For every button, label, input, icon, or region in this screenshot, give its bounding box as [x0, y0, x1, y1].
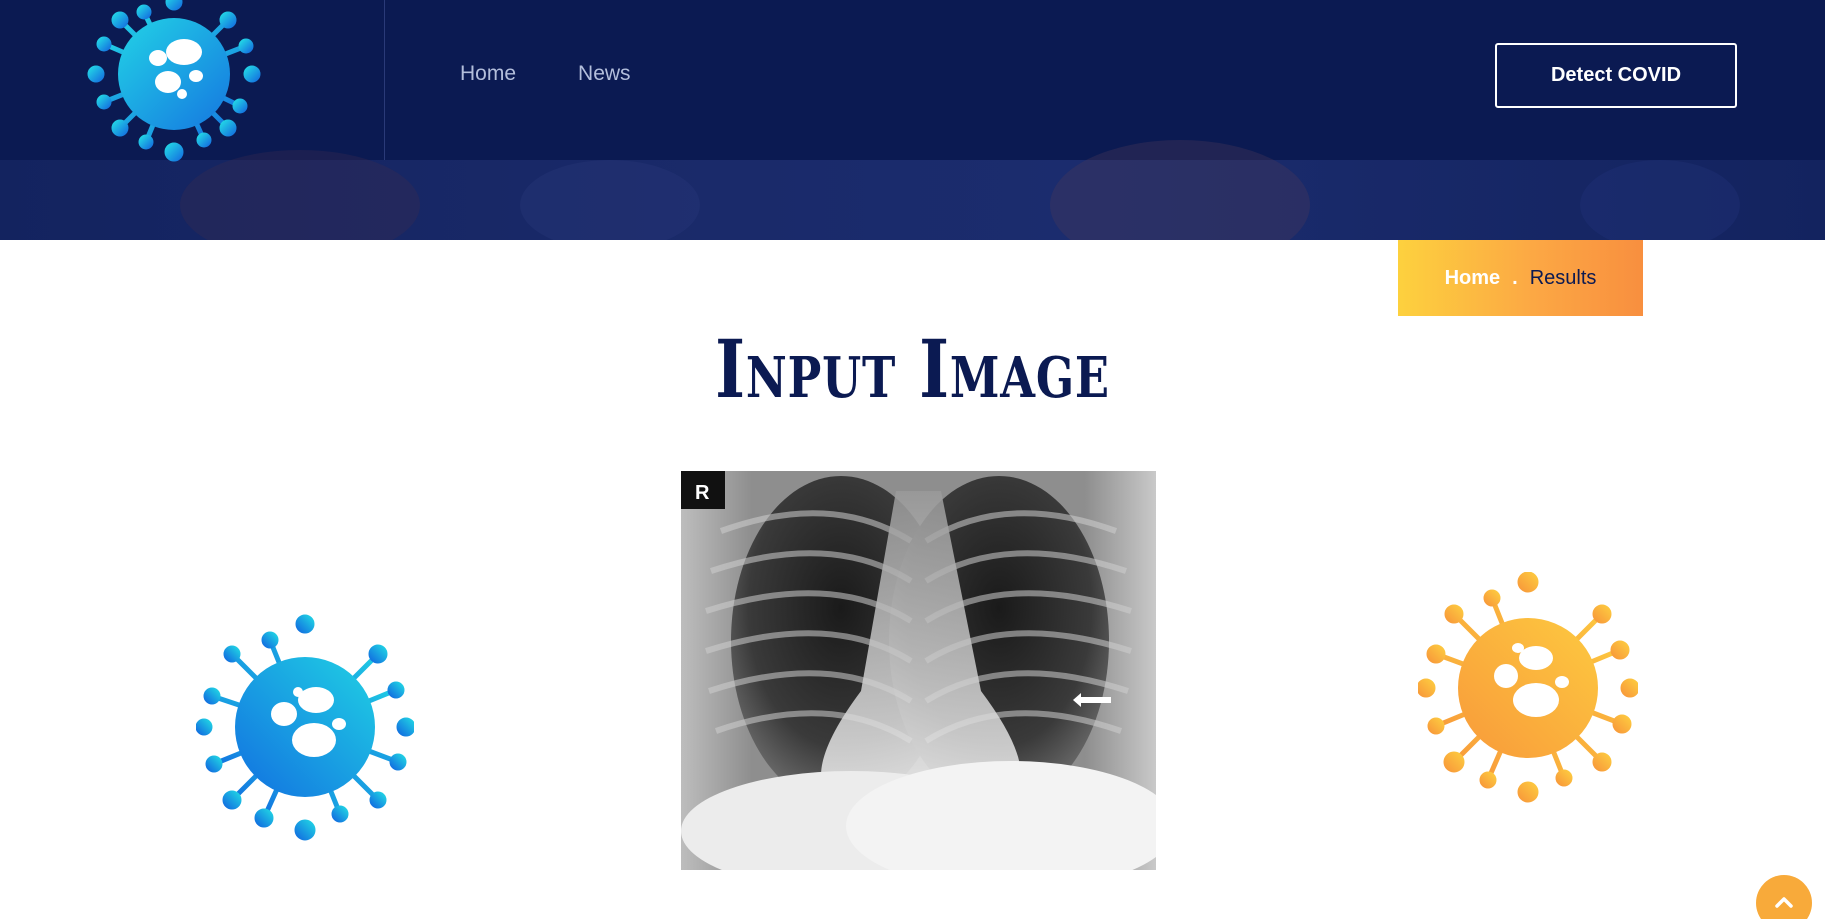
breadcrumb: Home . Results	[1398, 240, 1643, 316]
header-divider	[384, 0, 385, 160]
nav-news-link[interactable]: News	[578, 62, 631, 86]
page-title: Input Image	[715, 322, 1110, 416]
site-header: Home News Detect COVID	[0, 0, 1825, 240]
chevron-up-icon	[1775, 897, 1793, 908]
header-banner	[0, 140, 1825, 240]
virus-icon[interactable]	[86, 0, 262, 164]
breadcrumb-home-link[interactable]: Home	[1445, 267, 1501, 290]
xray-marker-label: R	[695, 482, 710, 504]
scroll-to-top-button[interactable]	[1756, 875, 1812, 919]
main-nav: Home News	[460, 62, 631, 86]
breadcrumb-separator: .	[1512, 266, 1518, 289]
virus-icon	[196, 614, 414, 841]
input-xray-image: R	[681, 471, 1156, 870]
nav-home-link[interactable]: Home	[460, 62, 516, 86]
virus-icon	[1418, 572, 1638, 803]
detect-covid-button[interactable]: Detect COVID	[1495, 43, 1737, 108]
breadcrumb-current: Results	[1529, 266, 1597, 289]
